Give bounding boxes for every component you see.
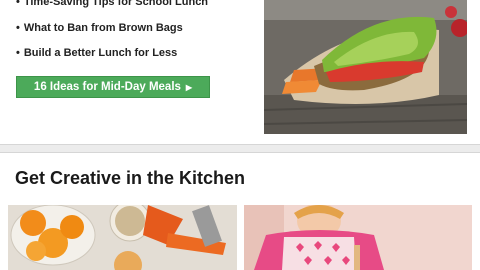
tip-link-brown-bags[interactable]: • What to Ban from Brown Bags <box>16 22 183 34</box>
sandwich-photo[interactable] <box>264 0 467 134</box>
sandwich-illustration <box>264 0 467 134</box>
bullet: • <box>16 47 20 59</box>
food-prep-illustration <box>8 205 237 270</box>
tip-link-school-lunch[interactable]: • Time-Saving Tips for School Lunch <box>16 0 208 8</box>
tip-label: Build a Better Lunch for Less <box>23 47 178 59</box>
tip-link-better-lunch[interactable]: • Build a Better Lunch for Less <box>16 47 177 59</box>
section-title: Get Creative in the Kitchen <box>15 168 246 188</box>
tip-label: Time-Saving Tips for School Lunch <box>23 0 209 8</box>
child-cooking-photo[interactable] <box>244 205 472 270</box>
cta-label: 16 Ideas for Mid-Day Meals <box>33 81 181 93</box>
child-cooking-illustration <box>244 205 472 270</box>
bullet: • <box>16 22 20 34</box>
bullet: • <box>16 0 20 8</box>
food-prep-photo[interactable] <box>8 205 237 270</box>
mid-day-meals-button[interactable]: 16 Ideas for Mid-Day Meals ▶ <box>16 76 210 98</box>
tip-label: What to Ban from Brown Bags <box>23 22 183 34</box>
arrow-right-icon: ▶ <box>185 82 193 92</box>
